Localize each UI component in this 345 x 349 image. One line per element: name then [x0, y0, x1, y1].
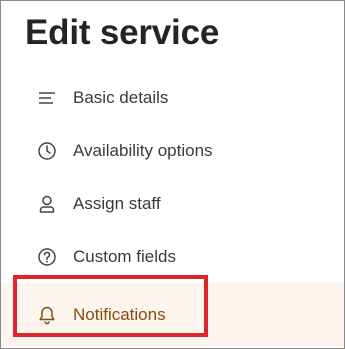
bell-icon [36, 304, 58, 326]
page-title: Edit service [25, 13, 220, 52]
nav-item-label: Notifications [73, 305, 166, 324]
person-icon [36, 193, 58, 215]
nav-item-label: Basic details [73, 87, 169, 107]
nav-item-label: Custom fields [73, 246, 176, 266]
nav-item-assign-staff[interactable]: Assign staff [1, 177, 344, 230]
nav-item-label: Availability options [73, 140, 213, 160]
nav-item-custom-fields[interactable]: Custom fields [1, 230, 344, 283]
nav-item-notifications[interactable]: Notifications [1, 283, 344, 347]
nav-item-label: Assign staff [73, 193, 161, 213]
text-align-left-icon [36, 87, 58, 109]
service-nav: Basic details Availability options Assig… [1, 71, 344, 347]
nav-item-basic-details[interactable]: Basic details [1, 71, 344, 124]
question-circle-icon [36, 246, 58, 268]
clock-icon [36, 140, 58, 162]
edit-service-panel: Edit service Basic details Availability … [0, 0, 345, 349]
nav-item-availability-options[interactable]: Availability options [1, 124, 344, 177]
